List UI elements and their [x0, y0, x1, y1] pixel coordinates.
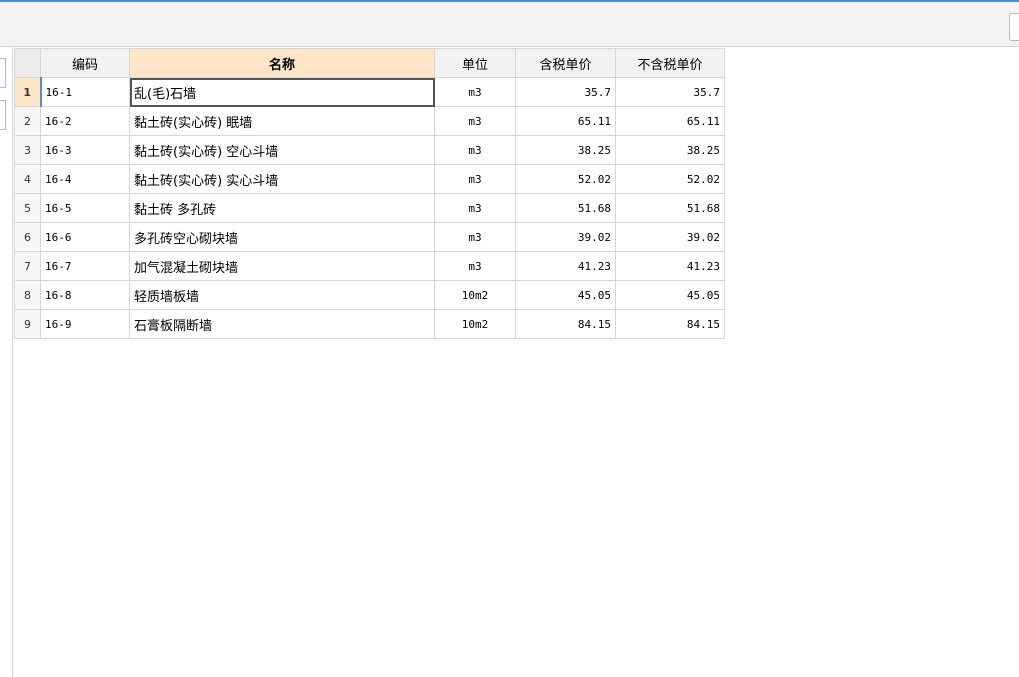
cell-price-tax[interactable]: 52.02: [515, 164, 616, 194]
toolbar-input-edge[interactable]: [1009, 13, 1019, 41]
cell-code[interactable]: 16-7: [40, 251, 130, 281]
cell-unit[interactable]: 10m2: [434, 309, 516, 339]
cell-unit[interactable]: m3: [434, 222, 516, 252]
cell-code[interactable]: 16-2: [40, 106, 130, 136]
header-row: 编码 名称 单位 含税单价 不含税单价: [14, 48, 725, 78]
column-header-name[interactable]: 名称: [129, 48, 435, 78]
cell-unit[interactable]: m3: [434, 193, 516, 223]
cell-name[interactable]: 多孔砖空心砌块墙: [129, 222, 435, 252]
cell-code[interactable]: 16-6: [40, 222, 130, 252]
table-row[interactable]: 5 16-5 黏土砖 多孔砖 m3 51.68 51.68: [14, 193, 725, 223]
row-number[interactable]: 8: [14, 280, 41, 310]
quota-grid: 编码 名称 单位 含税单价 不含税单价 1 16-1 乱(毛)石墙 m3 35.7 35.…: [14, 48, 725, 339]
row-number[interactable]: 1: [14, 77, 41, 107]
cell-price-notax[interactable]: 41.23: [615, 251, 725, 281]
cell-price-notax[interactable]: 45.05: [615, 280, 725, 310]
cell-name[interactable]: 乱(毛)石墙: [129, 77, 435, 107]
column-header-price-tax[interactable]: 含税单价: [515, 48, 616, 78]
cell-code[interactable]: 16-1: [39, 77, 130, 107]
corner-cell[interactable]: [14, 48, 41, 78]
cell-code[interactable]: 16-5: [40, 193, 130, 223]
cell-price-notax[interactable]: 38.25: [615, 135, 725, 165]
table-row[interactable]: 1 16-1 乱(毛)石墙 m3 35.7 35.7: [14, 77, 725, 107]
row-number[interactable]: 9: [14, 309, 41, 339]
cell-code[interactable]: 16-9: [40, 309, 130, 339]
row-number[interactable]: 6: [14, 222, 41, 252]
cell-code[interactable]: 16-3: [40, 135, 130, 165]
cell-price-tax[interactable]: 35.7: [515, 77, 616, 107]
column-header-unit[interactable]: 单位: [434, 48, 516, 78]
left-panel-edge: [0, 47, 13, 677]
table-row[interactable]: 4 16-4 黏土砖(实心砖) 实心斗墙 m3 52.02 52.02: [14, 164, 725, 194]
cell-name[interactable]: 黏土砖(实心砖) 空心斗墙: [129, 135, 435, 165]
cell-name[interactable]: 黏土砖 多孔砖: [129, 193, 435, 223]
cell-unit[interactable]: m3: [434, 77, 516, 107]
cell-name[interactable]: 石膏板隔断墙: [129, 309, 435, 339]
cell-price-tax[interactable]: 65.11: [515, 106, 616, 136]
cell-price-tax[interactable]: 41.23: [515, 251, 616, 281]
row-number[interactable]: 3: [14, 135, 41, 165]
cell-price-tax[interactable]: 45.05: [515, 280, 616, 310]
cell-code[interactable]: 16-8: [40, 280, 130, 310]
cell-unit[interactable]: m3: [434, 251, 516, 281]
cell-price-notax[interactable]: 65.11: [615, 106, 725, 136]
cell-unit[interactable]: m3: [434, 106, 516, 136]
table-row[interactable]: 7 16-7 加气混凝土砌块墙 m3 41.23 41.23: [14, 251, 725, 281]
cell-price-notax[interactable]: 51.68: [615, 193, 725, 223]
left-panel-tab-2[interactable]: [0, 100, 6, 130]
cell-price-tax[interactable]: 51.68: [515, 193, 616, 223]
cell-price-tax[interactable]: 84.15: [515, 309, 616, 339]
cell-name[interactable]: 轻质墙板墙: [129, 280, 435, 310]
toolbar: [0, 2, 1019, 47]
row-number[interactable]: 5: [14, 193, 41, 223]
table-row[interactable]: 2 16-2 黏土砖(实心砖) 眠墙 m3 65.11 65.11: [14, 106, 725, 136]
cell-name[interactable]: 黏土砖(实心砖) 眠墙: [129, 106, 435, 136]
cell-unit[interactable]: m3: [434, 135, 516, 165]
cell-name[interactable]: 黏土砖(实心砖) 实心斗墙: [129, 164, 435, 194]
quota-table: 编码 名称 单位 含税单价 不含税单价 1 16-1 乱(毛)石墙 m3 35.7 35.…: [14, 48, 725, 339]
table-row[interactable]: 9 16-9 石膏板隔断墙 10m2 84.15 84.15: [14, 309, 725, 339]
row-number[interactable]: 7: [14, 251, 41, 281]
cell-price-notax[interactable]: 84.15: [615, 309, 725, 339]
table-row[interactable]: 6 16-6 多孔砖空心砌块墙 m3 39.02 39.02: [14, 222, 725, 252]
cell-price-tax[interactable]: 38.25: [515, 135, 616, 165]
table-row[interactable]: 3 16-3 黏土砖(实心砖) 空心斗墙 m3 38.25 38.25: [14, 135, 725, 165]
column-header-code[interactable]: 编码: [40, 48, 130, 78]
left-panel-tab-1[interactable]: [0, 58, 6, 88]
cell-unit[interactable]: m3: [434, 164, 516, 194]
cell-price-notax[interactable]: 35.7: [615, 77, 725, 107]
row-number[interactable]: 2: [14, 106, 41, 136]
table-row[interactable]: 8 16-8 轻质墙板墙 10m2 45.05 45.05: [14, 280, 725, 310]
cell-name[interactable]: 加气混凝土砌块墙: [129, 251, 435, 281]
cell-unit[interactable]: 10m2: [434, 280, 516, 310]
row-number[interactable]: 4: [14, 164, 41, 194]
column-header-price-notax[interactable]: 不含税单价: [615, 48, 725, 78]
cell-price-tax[interactable]: 39.02: [515, 222, 616, 252]
cell-code[interactable]: 16-4: [40, 164, 130, 194]
cell-price-notax[interactable]: 39.02: [615, 222, 725, 252]
cell-price-notax[interactable]: 52.02: [615, 164, 725, 194]
